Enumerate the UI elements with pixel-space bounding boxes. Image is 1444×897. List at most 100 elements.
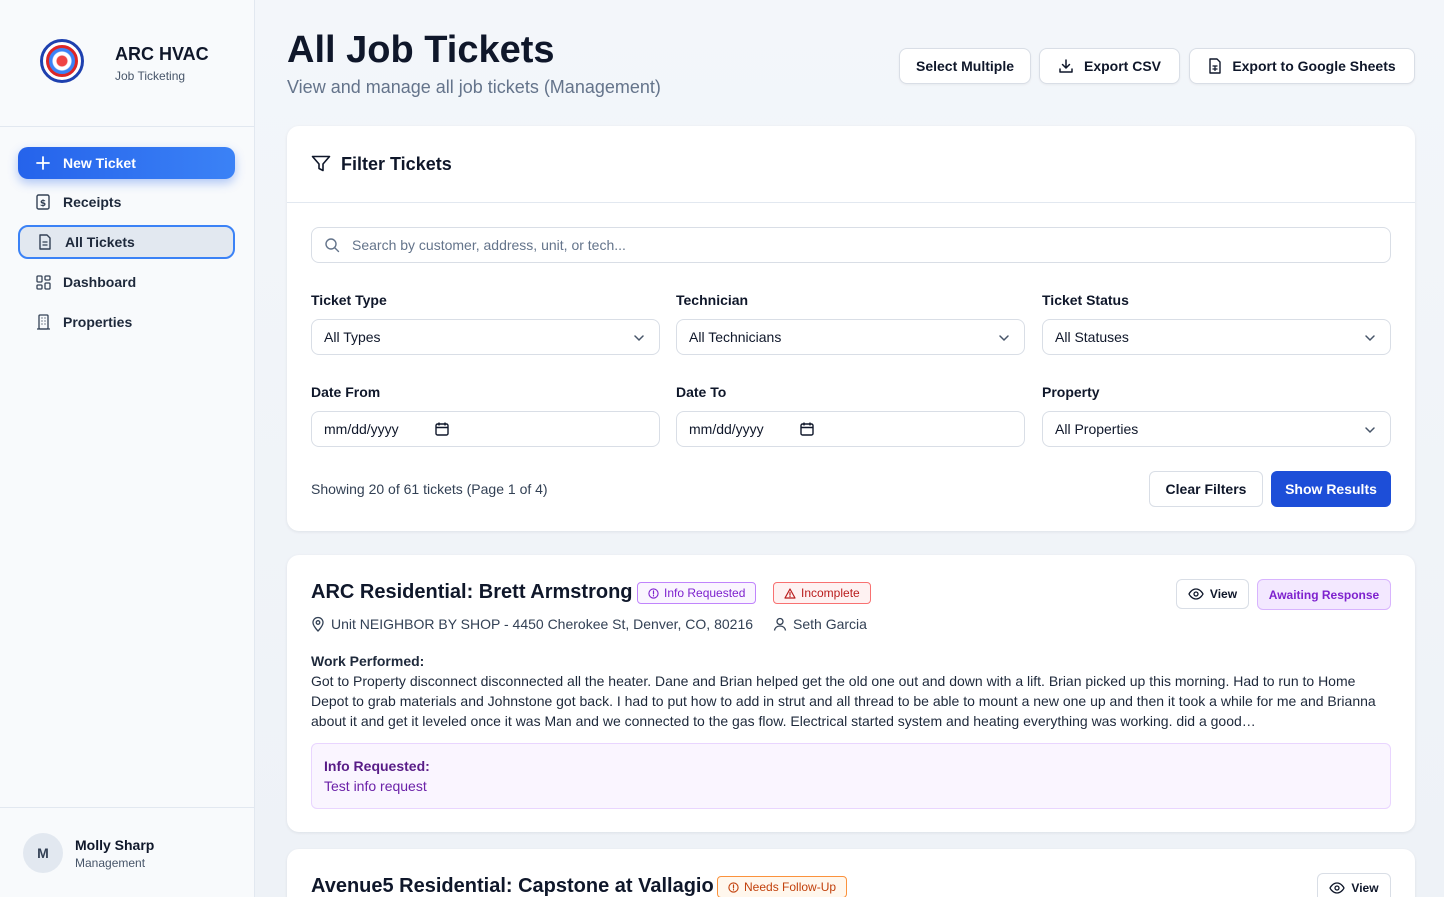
date-to-label: Date To [676, 384, 727, 400]
filter-title: Filter Tickets [341, 153, 452, 174]
view-button[interactable]: View [1176, 579, 1249, 609]
property-select[interactable]: All Properties [1042, 411, 1391, 447]
info-requested-badge: Info Requested [637, 582, 757, 604]
page-subtitle: View and manage all job tickets (Managem… [287, 77, 661, 97]
sidebar-item-label: Properties [63, 314, 133, 330]
date-from-input[interactable]: mm/dd/yyyy [311, 411, 660, 447]
map-pin-icon [311, 616, 325, 632]
status-label: Ticket Status [1042, 292, 1129, 308]
grid-icon [35, 274, 51, 290]
sidebar-nav: New Ticket $ Receipts All Tickets Dashbo… [18, 147, 235, 345]
technician-value: All Technicians [689, 329, 782, 345]
new-ticket-label: New Ticket [63, 155, 136, 171]
show-results-button[interactable]: Show Results [1271, 471, 1391, 507]
main-content: All Job Tickets View and manage all job … [255, 0, 1444, 897]
warning-icon [784, 587, 796, 599]
sidebar-item-dashboard[interactable]: Dashboard [18, 265, 235, 299]
plus-icon [35, 155, 51, 171]
date-from-label: Date From [311, 384, 381, 400]
info-circle-icon [728, 881, 739, 893]
ticket-address: Unit NEIGHBOR BY SHOP - 4450 Cherokee St… [311, 616, 753, 632]
filter-icon [311, 155, 331, 173]
property-value: All Properties [1055, 421, 1139, 437]
select-multiple-label: Select Multiple [915, 58, 1015, 74]
chevron-down-icon [1364, 421, 1376, 437]
date-from-value: mm/dd/yyyy [324, 421, 399, 437]
property-label: Property [1042, 384, 1100, 400]
filter-header: Filter Tickets [287, 126, 1415, 203]
info-request-box: Info Requested: Test info request [311, 743, 1391, 809]
date-to-input[interactable]: mm/dd/yyyy [676, 411, 1025, 447]
chevron-down-icon [633, 329, 645, 345]
page-title: All Job Tickets [287, 29, 555, 71]
search-input[interactable]: Search by customer, address, unit, or te… [311, 227, 1391, 263]
info-request-text: Test info request [324, 778, 427, 794]
technician-select[interactable]: All Technicians [676, 319, 1025, 355]
info-request-label: Info Requested: [324, 758, 430, 774]
select-multiple-button[interactable]: Select Multiple [899, 48, 1031, 84]
address-text: Unit NEIGHBOR BY SHOP - 4450 Cherokee St… [331, 616, 754, 632]
status-value: All Statuses [1055, 329, 1129, 345]
date-to-value: mm/dd/yyyy [689, 421, 764, 437]
sidebar-item-label: Receipts [63, 194, 122, 210]
badge-label: Incomplete [801, 586, 860, 600]
user-icon [773, 617, 787, 631]
user-name: Molly Sharp [75, 837, 155, 853]
technician-label: Technician [676, 292, 749, 308]
chevron-down-icon [998, 329, 1010, 345]
building-icon [35, 314, 51, 330]
export-sheets-button[interactable]: Export to Google Sheets [1189, 48, 1415, 84]
svg-text:$: $ [40, 199, 46, 209]
filter-panel: Filter Tickets Search by customer, addre… [287, 126, 1415, 531]
calendar-icon[interactable] [434, 422, 449, 436]
work-performed-label: Work Performed: [311, 653, 425, 669]
eye-icon [1188, 588, 1204, 600]
sidebar-item-all-tickets[interactable]: All Tickets [18, 225, 235, 259]
incomplete-badge: Incomplete [773, 582, 871, 604]
ticket-type-label: Ticket Type [311, 292, 387, 308]
work-performed-text: Got to Property disconnect disconnected … [311, 673, 1376, 729]
chevron-down-icon [1364, 329, 1376, 345]
calendar-icon[interactable] [799, 422, 814, 436]
technician-name: Seth Garcia [793, 616, 867, 632]
brand-header: ARC HVAC Job Ticketing [0, 0, 254, 127]
badge-label: Needs Follow-Up [744, 880, 837, 894]
ticket-title[interactable]: Avenue5 Residential: Capstone at Vallagi… [311, 875, 714, 897]
search-icon [324, 237, 340, 253]
view-label: View [1351, 881, 1379, 895]
sidebar-item-receipts[interactable]: $ Receipts [18, 185, 235, 219]
sidebar-item-label: All Tickets [65, 234, 135, 250]
document-icon [37, 234, 53, 250]
info-circle-icon [648, 587, 659, 599]
ticket-technician: Seth Garcia [773, 616, 867, 632]
ticket-card: Avenue5 Residential: Capstone at Vallagi… [287, 849, 1415, 897]
export-csv-button[interactable]: Export CSV [1039, 48, 1180, 84]
sidebar: ARC HVAC Job Ticketing New Ticket $ Rece… [0, 0, 255, 897]
status-select[interactable]: All Statuses [1042, 319, 1391, 355]
view-label: View [1209, 587, 1238, 601]
search-placeholder: Search by customer, address, unit, or te… [352, 237, 626, 253]
download-icon [1058, 58, 1074, 74]
arc-logo [40, 39, 84, 83]
status-badge[interactable]: Awaiting Response [1257, 579, 1391, 610]
export-csv-label: Export CSV [1083, 58, 1161, 74]
clear-filters-button[interactable]: Clear Filters [1149, 471, 1263, 507]
brand-subtitle: Job Ticketing [115, 69, 186, 83]
badge-label: Info Requested [664, 586, 746, 600]
sidebar-item-properties[interactable]: Properties [18, 305, 235, 339]
brand-name: ARC HVAC [115, 44, 209, 64]
sheet-icon [1208, 58, 1222, 74]
user-role: Management [75, 856, 146, 870]
ticket-title[interactable]: ARC Residential: Brett Armstrong [311, 581, 633, 604]
results-count: Showing 20 of 61 tickets (Page 1 of 4) [311, 481, 548, 497]
user-profile[interactable]: M Molly Sharp Management [0, 807, 254, 897]
ticket-type-select[interactable]: All Types [311, 319, 660, 355]
export-sheets-label: Export to Google Sheets [1232, 58, 1396, 74]
eye-icon [1329, 882, 1346, 894]
avatar: M [23, 833, 63, 873]
sidebar-item-label: Dashboard [63, 274, 137, 290]
ticket-card: ARC Residential: Brett Armstrong Info Re… [287, 555, 1415, 832]
receipt-icon: $ [35, 194, 51, 210]
new-ticket-button[interactable]: New Ticket [18, 147, 235, 179]
view-button[interactable]: View [1317, 873, 1391, 897]
